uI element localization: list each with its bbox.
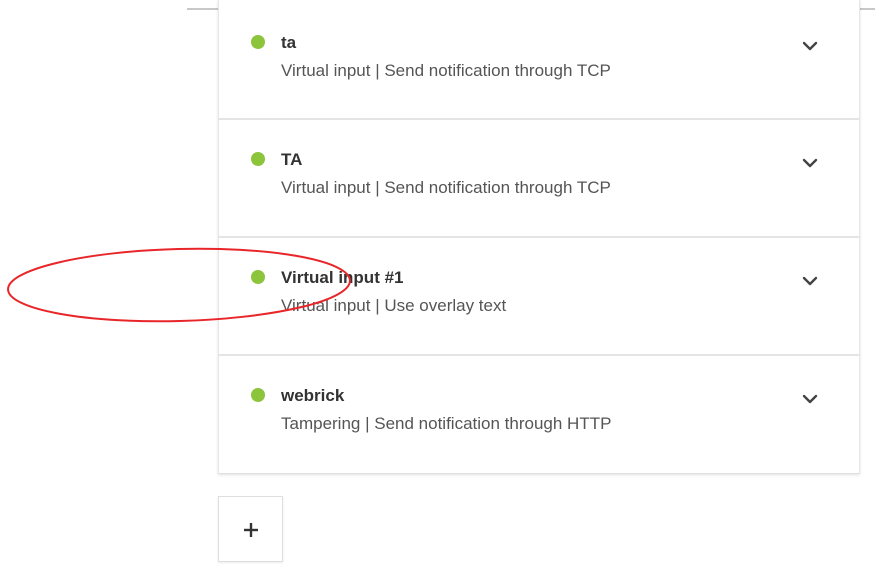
rule-item[interactable]: TA Virtual input | Send notification thr… [219,120,859,238]
rule-description: Virtual input | Send notification throug… [281,61,611,80]
rule-item[interactable]: Virtual input #1 Virtual input | Use ove… [219,238,859,356]
rule-name: ta [281,33,297,52]
rule-name: TA [281,150,303,169]
status-active-icon [251,270,265,284]
rule-list: ta Virtual input | Send notification thr… [218,0,860,474]
rule-item[interactable]: webrick Tampering | Send notification th… [219,356,859,474]
status-active-icon [251,35,265,49]
chevron-down-icon[interactable] [802,391,818,407]
chevron-down-icon[interactable] [802,38,818,54]
rule-name: Virtual input #1 [281,268,404,287]
chevron-down-icon[interactable] [802,155,818,171]
rule-description: Tampering | Send notification through HT… [281,414,612,433]
rule-description: Virtual input | Send notification throug… [281,178,611,197]
action-rules-page: ta Virtual input | Send notification thr… [0,0,875,568]
plus-icon [244,523,258,537]
status-active-icon [251,152,265,166]
add-rule-button[interactable] [218,496,283,562]
status-active-icon [251,388,265,402]
rule-item[interactable]: ta Virtual input | Send notification thr… [219,0,859,120]
chevron-down-icon[interactable] [802,273,818,289]
rule-name: webrick [281,386,345,405]
rule-description: Virtual input | Use overlay text [281,296,507,315]
